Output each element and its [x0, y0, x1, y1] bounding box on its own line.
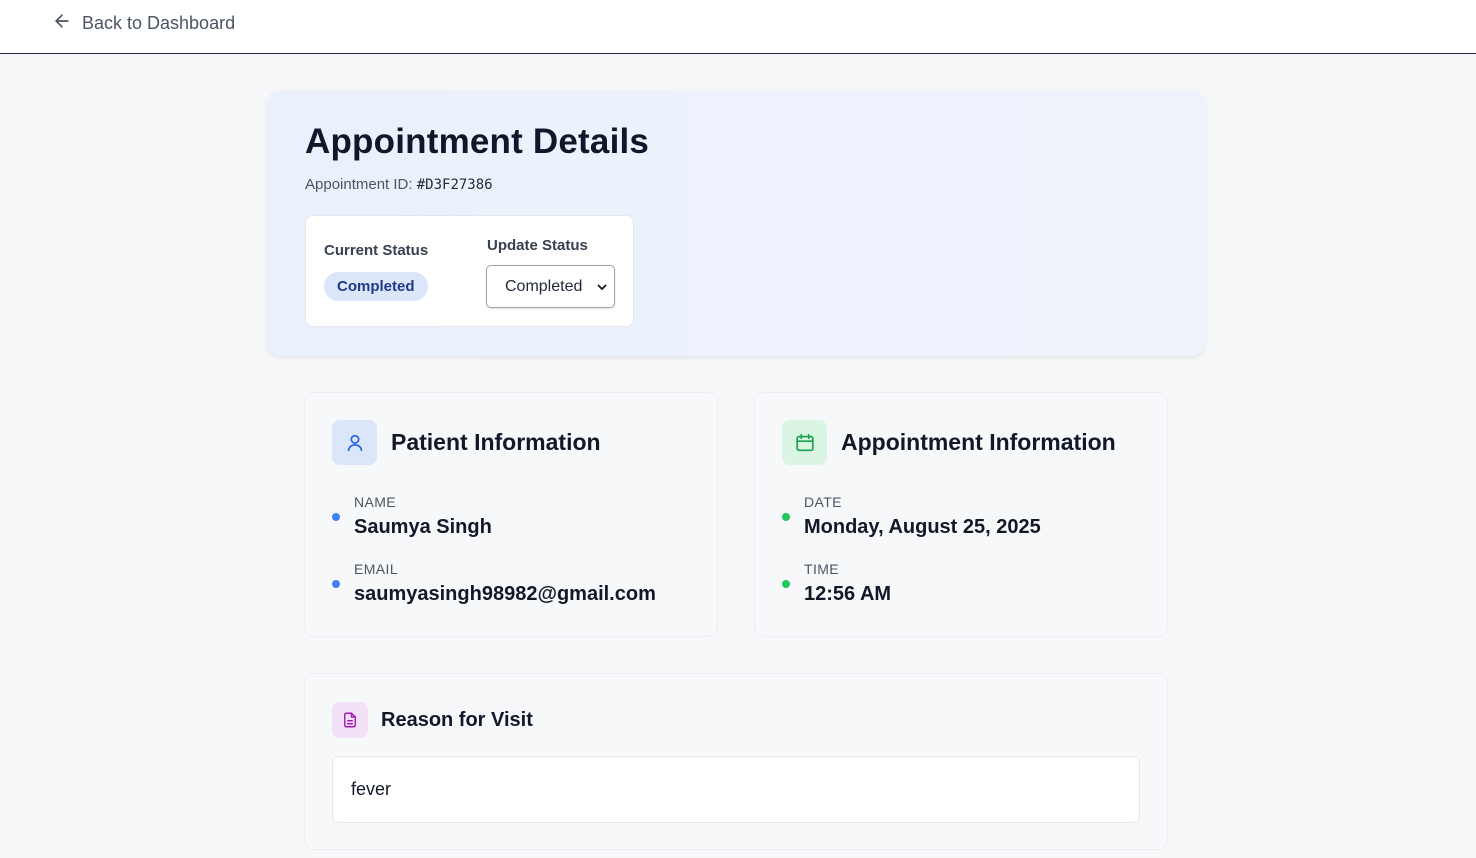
- reason-for-visit-title: Reason for Visit: [381, 709, 533, 731]
- time-value: 12:56 AM: [804, 583, 892, 605]
- date-label: DATE: [804, 494, 842, 510]
- bullet-dot: [332, 513, 340, 521]
- patient-information-card: Patient Information NAME Saumya Singh EM…: [304, 392, 718, 637]
- reason-for-visit-card: Reason for Visit fever: [304, 673, 1168, 850]
- page-title: Appointment Details: [305, 122, 650, 161]
- status-panel: Current Status Completed Update Status C…: [305, 215, 634, 327]
- time-label: TIME: [804, 561, 840, 577]
- update-status-label: Update Status: [487, 237, 588, 254]
- status-badge: Completed: [324, 272, 428, 301]
- name-label: NAME: [354, 494, 397, 510]
- user-icon: [332, 420, 377, 465]
- patient-information-title: Patient Information: [391, 429, 601, 455]
- name-value: Saumya Singh: [354, 516, 492, 538]
- appointment-header-card: Appointment Details Appointment ID: #D3F…: [267, 90, 1205, 356]
- bullet-dot: [332, 580, 340, 588]
- appointment-information-card: Appointment Information DATE Monday, Aug…: [754, 392, 1168, 637]
- document-icon: [332, 702, 368, 738]
- update-status-select[interactable]: Completed: [486, 265, 615, 308]
- calendar-icon: [782, 420, 827, 465]
- bullet-dot: [782, 580, 790, 588]
- appointment-id-label: Appointment ID:: [305, 176, 413, 193]
- back-to-dashboard-link[interactable]: Back to Dashboard: [52, 11, 235, 36]
- bullet-dot: [782, 513, 790, 521]
- top-bar: Back to Dashboard: [0, 0, 1476, 54]
- date-value: Monday, August 25, 2025: [804, 516, 1041, 538]
- email-label: EMAIL: [354, 561, 399, 577]
- back-link-label: Back to Dashboard: [82, 13, 236, 33]
- arrow-left-icon: [52, 11, 72, 36]
- chevron-down-icon: [596, 280, 608, 292]
- appointment-id: Appointment ID: #D3F27386: [305, 176, 493, 193]
- appointment-information-title: Appointment Information: [841, 429, 1116, 455]
- update-status-selected-value: Completed: [505, 277, 583, 295]
- current-status-label: Current Status: [324, 242, 429, 259]
- reason-text: fever: [332, 756, 1140, 823]
- appointment-id-value: #D3F27386: [416, 177, 493, 193]
- email-value: saumyasingh98982@gmail.com: [354, 583, 656, 605]
